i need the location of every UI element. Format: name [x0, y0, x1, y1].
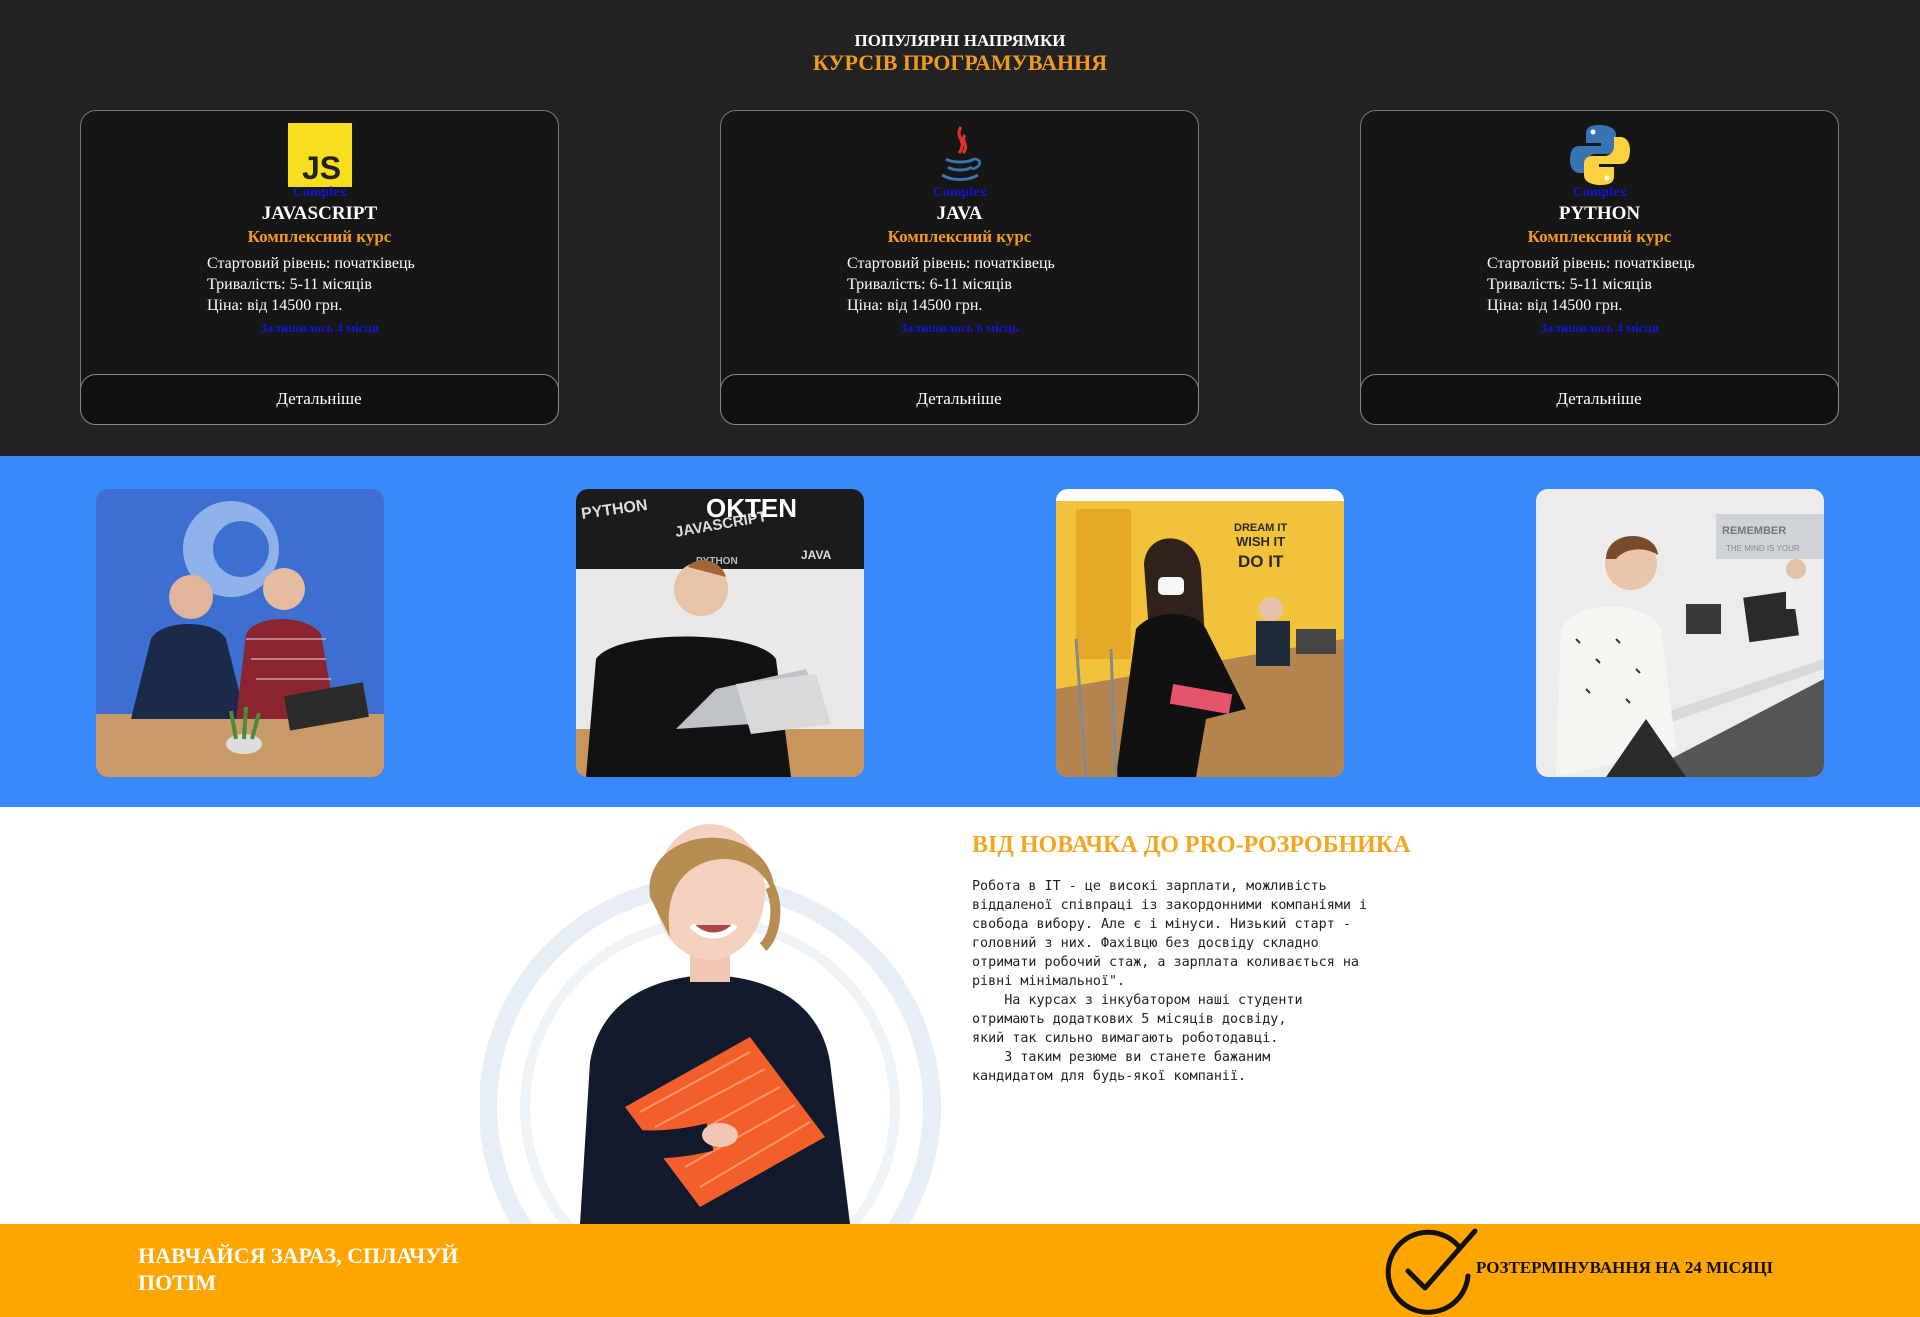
student-laptop-photo: REMEMBER THE MIND IS YOUR	[1536, 489, 1824, 777]
details-button[interactable]: Детальніше	[79, 374, 559, 425]
course-level: Стартовий рівень: початківець	[1487, 255, 1695, 272]
installment-banner: НАВЧАЙСЯ ЗАРАЗ, СПЛАЧУЙ ПОТІМ РОЗТЕРМІНУ…	[0, 1224, 1920, 1317]
pro-developer-section: ВІД НОВАЧКА ДО PRO-РОЗРОБНИКА Робота в I…	[0, 807, 1920, 1224]
svg-text:DREAM IT: DREAM IT	[1234, 522, 1287, 534]
java-logo-icon	[941, 126, 981, 181]
course-complex-label: Complex	[932, 185, 987, 200]
course-price: Ціна: від 14500 грн.	[1487, 297, 1623, 314]
woman-with-folder-image	[480, 824, 941, 1224]
course-price: Ціна: від 14500 грн.	[847, 297, 983, 314]
course-type: Комплексний курс	[1527, 227, 1672, 246]
photos-section: PYTHON JAVASCRIPT OKTEN JAVA PYTHON DREA…	[0, 456, 1920, 807]
course-card-python: Complex PYTHON Комплексний курс Стартови…	[1359, 110, 1839, 425]
details-button[interactable]: Детальніше	[719, 374, 1199, 425]
svg-text:JS: JS	[302, 150, 341, 186]
course-type: Комплексний курс	[247, 227, 392, 246]
course-name: PYTHON	[1558, 203, 1641, 224]
svg-text:THE MIND IS YOUR: THE MIND IS YOUR	[1726, 544, 1800, 553]
course-places-left: Залишилось 4 місця	[1540, 320, 1659, 335]
svg-text:WISH IT: WISH IT	[1236, 534, 1285, 549]
course-duration: Тривалість: 6-11 місяців	[847, 276, 1012, 293]
course-card-javascript: JS Complex JAVASCRIPT Комплексний курс С…	[79, 110, 559, 425]
course-price: Ціна: від 14500 грн.	[207, 297, 343, 314]
banner-slogan: НАВЧАЙСЯ ЗАРАЗ, СПЛАЧУЙ ПОТІМ	[138, 1243, 459, 1295]
course-info: Стартовий рівень: початківець Тривалість…	[847, 253, 1055, 316]
course-duration: Тривалість: 5-11 місяців	[1487, 276, 1652, 293]
course-places-left: Залишилось 4 місця	[260, 320, 379, 335]
svg-text:JAVA: JAVA	[801, 548, 832, 562]
course-name: JAVASCRIPT	[261, 203, 378, 224]
installment-text: РОЗТЕРМІНУВАННЯ НА 24 МІСЯЦІ	[1476, 1258, 1774, 1277]
course-name: JAVA	[936, 203, 983, 224]
svg-text:OKTEN: OKTEN	[706, 493, 797, 523]
checkmark-circle-icon	[1385, 1228, 1478, 1315]
course-places-left: Залишилось 6 місць	[900, 320, 1019, 335]
python-logo-icon	[1570, 125, 1630, 185]
course-complex-label: Complex	[1572, 185, 1627, 200]
svg-text:DO IT: DO IT	[1238, 552, 1284, 571]
svg-text:REMEMBER: REMEMBER	[1722, 525, 1786, 537]
course-type: Комплексний курс	[887, 227, 1032, 246]
course-complex-label: Complex	[292, 185, 347, 200]
mentor-photo: PYTHON JAVASCRIPT OKTEN JAVA PYTHON	[576, 489, 864, 777]
section-title-line1: ПОПУЛЯРНІ НАПРЯМКИ	[854, 31, 1066, 50]
section-title-line2: КУРСІВ ПРОГРАМУВАННЯ	[812, 50, 1108, 75]
pro-title: ВІД НОВАЧКА ДО PRO-РОЗРОБНИКА	[972, 832, 1411, 858]
course-level: Стартовий рівень: початківець	[847, 255, 1055, 272]
course-info: Стартовий рівень: початківець Тривалість…	[207, 253, 415, 316]
details-button[interactable]: Детальніше	[1359, 374, 1839, 425]
course-level: Стартовий рівень: початківець	[207, 255, 415, 272]
pro-description: Робота в IT - це високі зарплати, можлив…	[972, 879, 1368, 1084]
courses-section: ПОПУЛЯРНІ НАПРЯМКИ КУРСІВ ПРОГРАМУВАННЯ …	[0, 0, 1920, 456]
javascript-logo-icon: JS	[288, 123, 352, 187]
course-duration: Тривалість: 5-11 місяців	[207, 276, 372, 293]
section-title: ПОПУЛЯРНІ НАПРЯМКИ КУРСІВ ПРОГРАМУВАННЯ	[0, 30, 1920, 74]
classroom-photo: DREAM IT WISH IT DO IT	[1056, 489, 1344, 777]
course-info: Стартовий рівень: початківець Тривалість…	[1487, 253, 1695, 316]
course-card-java: Complex JAVA Комплексний курс Стартовий …	[719, 110, 1199, 425]
students-photo	[96, 489, 384, 777]
